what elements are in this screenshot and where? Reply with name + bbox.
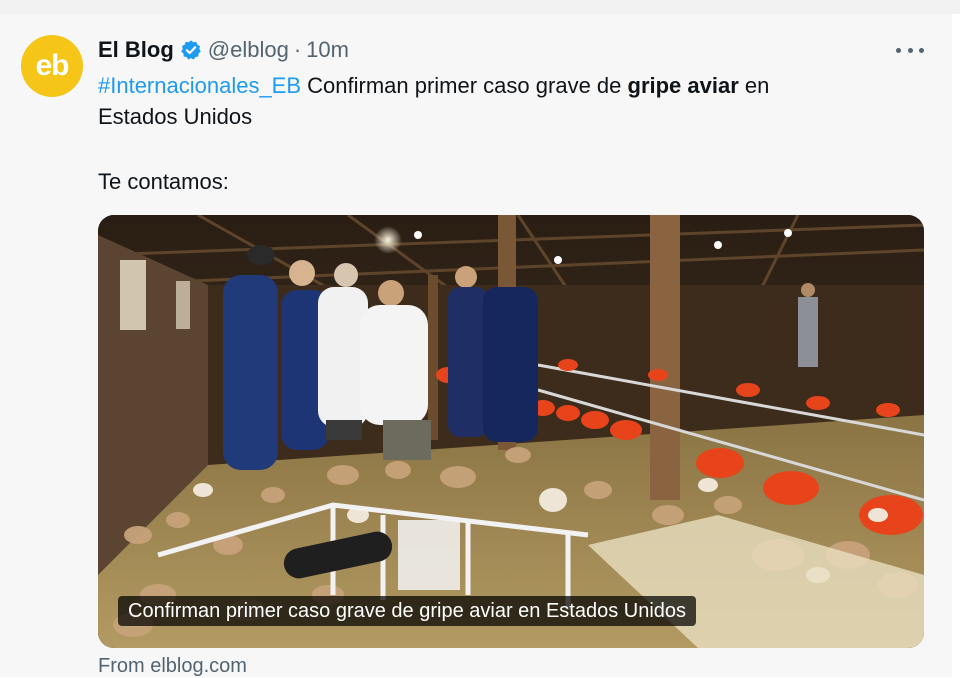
tweet-text-line2: Estados Unidos (98, 104, 253, 129)
hashtag-link[interactable]: #Internacionales_EB (98, 73, 301, 98)
avatar-text: eb (35, 49, 69, 82)
more-dot (896, 47, 901, 53)
poultry-barn-photo (98, 215, 924, 648)
more-dot (907, 47, 913, 53)
media-caption: Confirman primer caso grave de gripe avi… (118, 596, 697, 626)
tweet-text-line3: Te contamos: (98, 169, 229, 194)
timestamp[interactable]: 10m (306, 37, 349, 63)
separator-dot: · (293, 37, 302, 62)
right-gutter (952, 14, 960, 677)
source-link[interactable]: From elblog.com (98, 655, 247, 678)
avatar[interactable]: eb (21, 35, 83, 97)
more-options-icon[interactable] (896, 40, 924, 60)
author-handle[interactable]: @elblog (208, 37, 289, 63)
media-image[interactable]: Confirman primer caso grave de gripe avi… (98, 215, 924, 648)
verified-badge-icon (180, 39, 202, 61)
tweet-text-line1: #Internacionales_EB Confirman primer cas… (98, 70, 898, 101)
tweet-text-part1: Confirman primer caso grave de (301, 73, 628, 98)
top-bar (0, 0, 960, 14)
tweet-header: El Blog @elblog · 10m (98, 36, 349, 64)
more-dot (919, 47, 924, 53)
tweet-text-part2: en (738, 73, 770, 98)
author-name[interactable]: El Blog (98, 37, 174, 63)
tweet-text-bold: gripe aviar (627, 73, 739, 98)
